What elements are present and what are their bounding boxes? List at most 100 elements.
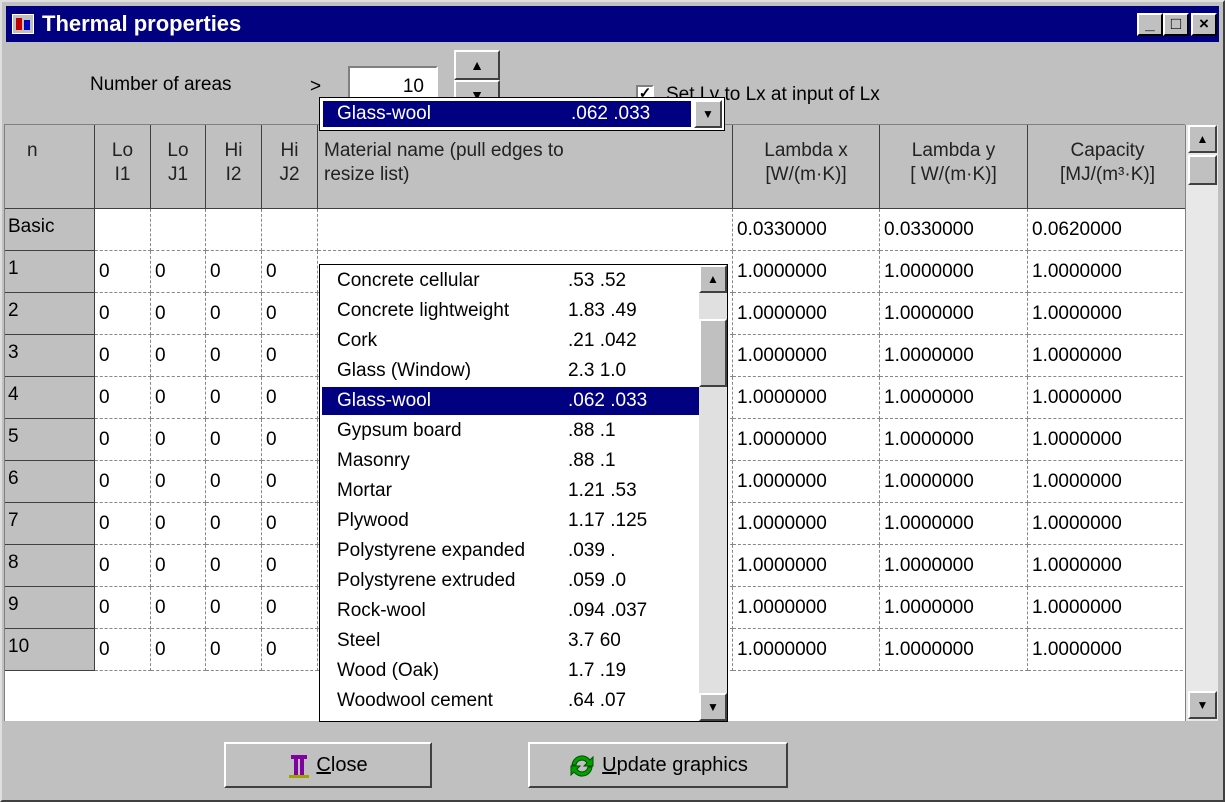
cell-lambda-x[interactable]: 1.0000000: [733, 503, 880, 545]
cell-hi-j2[interactable]: 0: [262, 587, 318, 629]
scroll-down-arrow-icon[interactable]: ▼: [1188, 691, 1217, 719]
material-list-item[interactable]: Glass (Window) 2.3 1.0: [322, 357, 699, 385]
cell-lambda-y[interactable]: 1.0000000: [880, 293, 1028, 335]
row-header[interactable]: 8: [5, 545, 95, 587]
material-dropdown-list[interactable]: Concrete cellular .53 .52 Concrete lightwe…: [319, 264, 728, 722]
cell-lambda-y[interactable]: 1.0000000: [880, 587, 1028, 629]
material-list-item[interactable]: Masonry .88 .1: [322, 447, 699, 475]
cell-hi-j2[interactable]: 0: [262, 503, 318, 545]
row-header[interactable]: 4: [5, 377, 95, 419]
cell-capacity[interactable]: 1.0000000: [1028, 251, 1185, 293]
dropdown-scroll-thumb[interactable]: [699, 319, 727, 387]
cell-hi-i2[interactable]: 0: [206, 629, 262, 671]
cell-lo-i1[interactable]: 0: [95, 335, 151, 377]
scroll-down-arrow-icon[interactable]: ▼: [699, 693, 727, 721]
app-icon[interactable]: [12, 14, 34, 34]
row-header[interactable]: 10: [5, 629, 95, 671]
cell-lambda-x[interactable]: 1.0000000: [733, 293, 880, 335]
cell-hi-j2[interactable]: 0: [262, 377, 318, 419]
cell-capacity[interactable]: 1.0000000: [1028, 461, 1185, 503]
material-list-item[interactable]: Concrete lightweight 1.83 .49: [322, 297, 699, 325]
scroll-up-arrow-icon[interactable]: ▲: [1188, 125, 1217, 153]
cell-capacity[interactable]: 1.0000000: [1028, 587, 1185, 629]
cell-hi-j2[interactable]: 0: [262, 335, 318, 377]
cell-lo-i1[interactable]: 0: [95, 545, 151, 587]
material-combo[interactable]: Glass-wool .062 .033 ▼: [319, 97, 725, 131]
cell-hi-i2[interactable]: 0: [206, 587, 262, 629]
cell-lo-i1[interactable]: 0: [95, 251, 151, 293]
cell-lambda-x[interactable]: 1.0000000: [733, 377, 880, 419]
cell-capacity[interactable]: 1.0000000: [1028, 377, 1185, 419]
cell-hi-i2[interactable]: 0: [206, 251, 262, 293]
material-list-item[interactable]: Gypsum board .88 .1: [322, 417, 699, 445]
cell-capacity[interactable]: 1.0000000: [1028, 503, 1185, 545]
cell-capacity[interactable]: 1.0000000: [1028, 335, 1185, 377]
cell-lambda-x[interactable]: 1.0000000: [733, 251, 880, 293]
cell-lo-i1[interactable]: 0: [95, 293, 151, 335]
cell-lambda-x[interactable]: 1.0000000: [733, 461, 880, 503]
cell-lo-i1[interactable]: 0: [95, 629, 151, 671]
combo-dropdown-button[interactable]: ▼: [694, 100, 722, 128]
row-header[interactable]: 7: [5, 503, 95, 545]
cell-hi-j2[interactable]: 0: [262, 251, 318, 293]
cell-lambda-x[interactable]: 1.0000000: [733, 545, 880, 587]
cell-lo-j1[interactable]: 0: [151, 545, 206, 587]
grid-scrollbar[interactable]: ▲ ▼: [1185, 125, 1218, 721]
cell-lo-j1[interactable]: 0: [151, 587, 206, 629]
cell-lo-j1[interactable]: 0: [151, 503, 206, 545]
cell-lo-j1[interactable]: 0: [151, 293, 206, 335]
cell-lo-i1[interactable]: 0: [95, 587, 151, 629]
cell-lo-i1[interactable]: 0: [95, 461, 151, 503]
material-list-item[interactable]: Polystyrene extruded .059 .0: [322, 567, 699, 595]
row-header[interactable]: 6: [5, 461, 95, 503]
cell-hi-i2[interactable]: 0: [206, 419, 262, 461]
cell-lo-j1[interactable]: 0: [151, 377, 206, 419]
cell-lambda-y[interactable]: 1.0000000: [880, 629, 1028, 671]
material-list-item[interactable]: Wood (Oak) 1.7 .19: [322, 657, 699, 685]
cell-lo-j1[interactable]: 0: [151, 251, 206, 293]
cell-hi-j2[interactable]: 0: [262, 419, 318, 461]
cell-material[interactable]: [318, 209, 733, 251]
row-header[interactable]: 1: [5, 251, 95, 293]
cell-lambda-y[interactable]: 0.0330000: [880, 209, 1028, 251]
cell-lambda-x[interactable]: 1.0000000: [733, 419, 880, 461]
cell-hi-i2[interactable]: 0: [206, 545, 262, 587]
cell-lo-i1[interactable]: 0: [95, 503, 151, 545]
cell-lo-j1[interactable]: 0: [151, 335, 206, 377]
cell-lambda-x[interactable]: 0.0330000: [733, 209, 880, 251]
cell-hi-i2[interactable]: 0: [206, 335, 262, 377]
cell-hi-i2[interactable]: 0: [206, 377, 262, 419]
minimize-button[interactable]: _: [1137, 13, 1163, 36]
cell-hi-j2[interactable]: 0: [262, 461, 318, 503]
cell-hi-i2[interactable]: 0: [206, 461, 262, 503]
maximize-button[interactable]: □: [1163, 13, 1189, 36]
cell-lo-i1[interactable]: [95, 209, 151, 251]
material-list-item[interactable]: Cork .21 .042: [322, 327, 699, 355]
row-header[interactable]: 5: [5, 419, 95, 461]
cell-lambda-y[interactable]: 1.0000000: [880, 545, 1028, 587]
cell-lambda-y[interactable]: 1.0000000: [880, 461, 1028, 503]
cell-lo-i1[interactable]: 0: [95, 419, 151, 461]
cell-hi-i2[interactable]: [206, 209, 262, 251]
cell-lo-j1[interactable]: [151, 209, 206, 251]
material-list-item[interactable]: Steel 3.7 60: [322, 627, 699, 655]
cell-hi-i2[interactable]: 0: [206, 503, 262, 545]
close-window-button[interactable]: ×: [1191, 13, 1217, 36]
cell-lambda-y[interactable]: 1.0000000: [880, 419, 1028, 461]
close-button[interactable]: Close: [224, 742, 432, 788]
cell-capacity[interactable]: 0.0620000: [1028, 209, 1185, 251]
row-header[interactable]: 3: [5, 335, 95, 377]
scroll-up-arrow-icon[interactable]: ▲: [699, 265, 727, 293]
cell-capacity[interactable]: 1.0000000: [1028, 545, 1185, 587]
update-graphics-button[interactable]: Update graphics: [528, 742, 788, 788]
dropdown-scrollbar[interactable]: ▲ ▼: [699, 265, 727, 721]
material-list-item[interactable]: Woodwool cement .64 .07: [322, 687, 699, 715]
cell-lambda-y[interactable]: 1.0000000: [880, 335, 1028, 377]
grid-scroll-thumb[interactable]: [1188, 155, 1217, 185]
cell-lambda-x[interactable]: 1.0000000: [733, 587, 880, 629]
cell-lambda-x[interactable]: 1.0000000: [733, 629, 880, 671]
cell-capacity[interactable]: 1.0000000: [1028, 293, 1185, 335]
cell-capacity[interactable]: 1.0000000: [1028, 419, 1185, 461]
cell-lambda-y[interactable]: 1.0000000: [880, 503, 1028, 545]
cell-lo-j1[interactable]: 0: [151, 461, 206, 503]
